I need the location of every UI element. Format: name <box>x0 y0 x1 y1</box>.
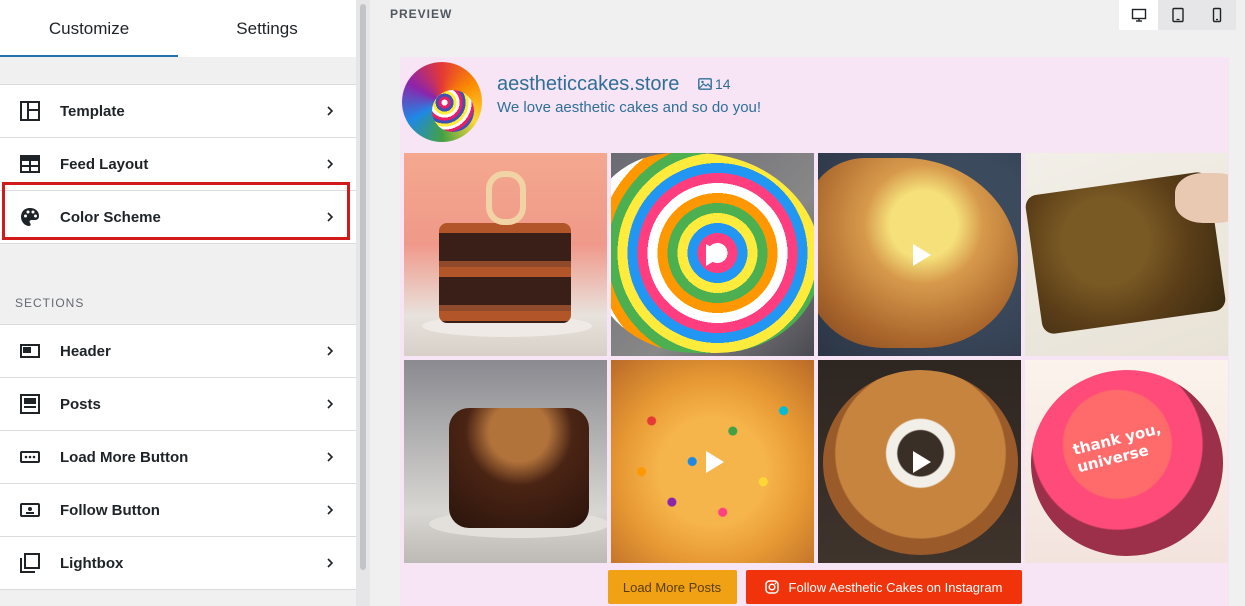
chevron-right-icon <box>327 159 334 169</box>
sidebar-item-label: Template <box>60 102 125 120</box>
preview-label: PREVIEW <box>390 7 453 21</box>
post-item[interactable] <box>611 153 814 356</box>
post-item[interactable]: thank you, universe <box>1025 360 1228 563</box>
play-icon <box>705 243 724 266</box>
chevron-right-icon <box>327 346 334 356</box>
app: Customize Settings Template Feed Layout <box>0 0 1245 606</box>
feed-buttons: Load More Posts Follow Aesthetic Cakes o… <box>400 570 1229 604</box>
sidebar-item-label: Feed Layout <box>60 155 149 173</box>
lightbox-icon <box>19 552 41 574</box>
scrollbar-thumb[interactable] <box>360 4 366 570</box>
chevron-right-icon <box>327 106 334 116</box>
sidebar-item-header[interactable]: Header <box>0 325 356 378</box>
post-item[interactable] <box>818 153 1021 356</box>
post-grid: thank you, universe <box>404 153 1228 563</box>
post-item[interactable] <box>611 360 814 563</box>
feed-bio: We love aesthetic cakes and so do you! <box>497 99 762 116</box>
feed-header: aestheticcakes.store 14 We love aestheti… <box>400 57 1229 149</box>
load-more-button[interactable]: Load More Posts <box>607 570 737 604</box>
sidebar-item-label: Follow Button <box>60 501 160 519</box>
play-icon <box>705 450 724 473</box>
posts-icon <box>19 393 41 415</box>
image-icon <box>698 78 712 90</box>
follow-button-label: Follow Aesthetic Cakes on Instagram <box>788 579 1003 595</box>
sidebar-item-label: Color Scheme <box>60 208 161 226</box>
sidebar-item-label: Posts <box>60 395 101 413</box>
sidebar-item-lightbox[interactable]: Lightbox <box>0 537 356 590</box>
post-item[interactable] <box>818 360 1021 563</box>
sections-heading: SECTIONS <box>0 271 356 324</box>
template-icon <box>19 100 41 122</box>
feed-layout-icon <box>19 153 41 175</box>
chevron-right-icon <box>327 505 334 515</box>
tab-settings[interactable]: Settings <box>178 0 356 57</box>
sidebar-item-label: Header <box>60 342 111 360</box>
mobile-icon <box>1212 7 1221 23</box>
device-switcher <box>1119 0 1236 30</box>
chevron-right-icon <box>327 558 334 568</box>
follow-button-icon <box>19 499 41 521</box>
sidebar-item-label: Lightbox <box>60 554 124 572</box>
sidebar-scrollbar[interactable] <box>356 0 370 606</box>
play-icon <box>912 450 931 473</box>
palette-icon <box>19 206 41 228</box>
sidebar-item-feed-layout[interactable]: Feed Layout <box>0 138 356 191</box>
sections-group: Header Posts Load More Button Follow But… <box>0 324 356 590</box>
instagram-feed: aestheticcakes.store 14 We love aestheti… <box>400 57 1229 606</box>
tablet-view-button[interactable] <box>1158 0 1197 30</box>
feed-username[interactable]: aestheticcakes.store <box>497 73 679 96</box>
post-count: 14 <box>698 76 731 92</box>
sidebar-item-follow-button[interactable]: Follow Button <box>0 484 356 537</box>
chevron-right-icon <box>327 399 334 409</box>
sidebar-item-color-scheme[interactable]: Color Scheme <box>0 191 356 244</box>
tablet-icon <box>1171 7 1184 23</box>
desktop-view-button[interactable] <box>1119 0 1158 30</box>
sidebar-item-load-more-button[interactable]: Load More Button <box>0 431 356 484</box>
sidebar-item-label: Load More Button <box>60 448 189 466</box>
mobile-view-button[interactable] <box>1197 0 1236 30</box>
desktop-icon <box>1131 8 1146 22</box>
sidebar: Customize Settings Template Feed Layout <box>0 0 356 606</box>
menu-group: Template Feed Layout Color Scheme <box>0 84 356 244</box>
load-more-icon <box>19 446 41 468</box>
chevron-right-icon <box>327 452 334 462</box>
post-count-value: 14 <box>715 76 731 92</box>
sidebar-item-template[interactable]: Template <box>0 85 356 138</box>
post-item[interactable] <box>404 360 607 563</box>
sidebar-item-posts[interactable]: Posts <box>0 378 356 431</box>
tab-customize[interactable]: Customize <box>0 0 178 57</box>
follow-button[interactable]: Follow Aesthetic Cakes on Instagram <box>745 570 1022 604</box>
play-icon <box>912 243 931 266</box>
header-icon <box>19 340 41 362</box>
avatar[interactable] <box>402 62 482 142</box>
preview-pane: PREVIEW aestheticcakes.store 14 We love … <box>370 0 1245 606</box>
post-item[interactable] <box>1025 153 1228 356</box>
chevron-right-icon <box>327 212 334 222</box>
instagram-icon <box>764 580 779 594</box>
sidebar-tabs: Customize Settings <box>0 0 356 57</box>
post-item[interactable] <box>404 153 607 356</box>
